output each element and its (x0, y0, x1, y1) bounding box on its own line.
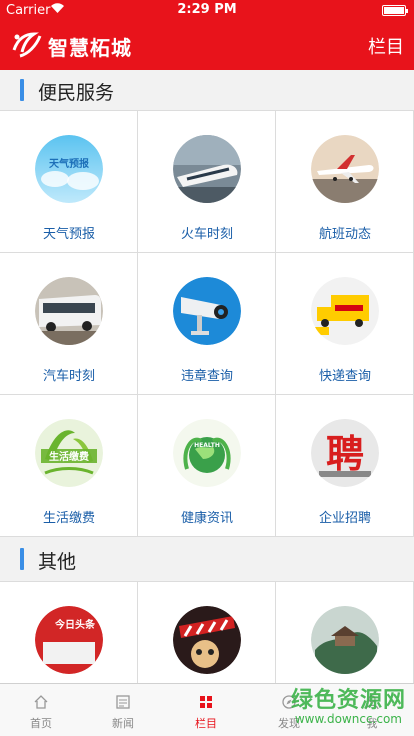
airplane-icon (311, 135, 379, 203)
service-label: 企业招聘 (318, 511, 371, 526)
service-label: 天气预报 (42, 227, 95, 242)
svg-text:天气预报: 天气预报 (49, 157, 89, 170)
svg-text:聘: 聘 (326, 431, 364, 476)
section-marker (20, 548, 24, 570)
service-violation[interactable]: 违章查询 (138, 253, 276, 395)
bus-icon (35, 277, 103, 345)
status-bar: Carrier 2:29 PM (0, 0, 414, 20)
svg-text:HEALTH: HEALTH (194, 442, 220, 449)
service-label: 火车时刻 (180, 227, 233, 242)
service-express[interactable]: 快递查询 (276, 253, 414, 395)
battery-icon (382, 5, 408, 16)
status-time: 2:29 PM (177, 2, 237, 17)
grid-icon (200, 696, 212, 708)
tab-label: 首页 (30, 717, 52, 730)
service-weather[interactable]: 天气预报 天气预报 (0, 111, 138, 253)
scenery-icon (311, 606, 379, 674)
service-train[interactable]: 火车时刻 (138, 111, 276, 253)
movie-icon (173, 606, 241, 674)
other-grid: 今日头条 (0, 581, 414, 683)
bill-payment-icon: 生活缴费 (35, 419, 103, 487)
app-title: 智慧柘城 (48, 36, 132, 60)
tab-label: 新闻 (112, 717, 134, 730)
section-header-services: 便民服务 (0, 70, 414, 110)
other-movie[interactable] (138, 582, 276, 683)
services-grid: 天气预报 天气预报 火车时刻 航班动态 汽车时刻 违章查询 快递查询 生活缴费 … (0, 110, 414, 537)
service-bus[interactable]: 汽车时刻 (0, 253, 138, 395)
watermark-url: www.downcc.com (294, 712, 402, 726)
tab-home[interactable]: 首页 (0, 684, 82, 736)
app-header: Carrier 2:29 PM 智慧柘城 栏目 (0, 0, 414, 70)
news-headline-icon: 今日头条 (35, 606, 103, 674)
news-icon (116, 695, 130, 709)
service-flight[interactable]: 航班动态 (276, 111, 414, 253)
delivery-truck-icon (311, 277, 379, 345)
section-title: 便民服务 (38, 82, 115, 104)
section-title: 其他 (38, 551, 77, 573)
train-icon (173, 135, 241, 203)
weather-icon: 天气预报 (35, 135, 103, 203)
tab-label: 栏目 (195, 717, 217, 730)
other-scenery[interactable] (276, 582, 414, 683)
recruitment-icon: 聘 (311, 419, 379, 487)
service-label: 违章查询 (180, 369, 233, 384)
navbar: 智慧柘城 栏目 (0, 20, 414, 70)
camera-icon (173, 277, 241, 345)
svg-text:生活缴费: 生活缴费 (49, 450, 89, 463)
section-header-other: 其他 (0, 539, 414, 579)
service-label: 健康资讯 (180, 511, 233, 526)
tab-columns[interactable]: 栏目 (165, 684, 247, 736)
columns-button[interactable]: 栏目 (368, 33, 404, 59)
service-label: 航班动态 (318, 227, 371, 242)
service-jobs[interactable]: 聘 企业招聘 (276, 395, 414, 537)
other-headline[interactable]: 今日头条 (0, 582, 138, 683)
tab-news[interactable]: 新闻 (82, 684, 164, 736)
service-label: 快递查询 (318, 369, 371, 384)
svg-text:今日头条: 今日头条 (54, 618, 96, 631)
service-health[interactable]: HEALTH 健康资讯 (138, 395, 276, 537)
watermark-text: 绿色资源网 (290, 688, 406, 713)
health-globe-icon: HEALTH (173, 419, 241, 487)
watermark: 绿色资源网 www.downcc.com (276, 682, 406, 732)
home-icon (34, 695, 48, 709)
app-logo-icon (12, 32, 42, 58)
service-label: 汽车时刻 (42, 369, 95, 384)
section-marker (20, 79, 24, 101)
service-bills[interactable]: 生活缴费 生活缴费 (0, 395, 138, 537)
service-label: 生活缴费 (42, 511, 95, 526)
